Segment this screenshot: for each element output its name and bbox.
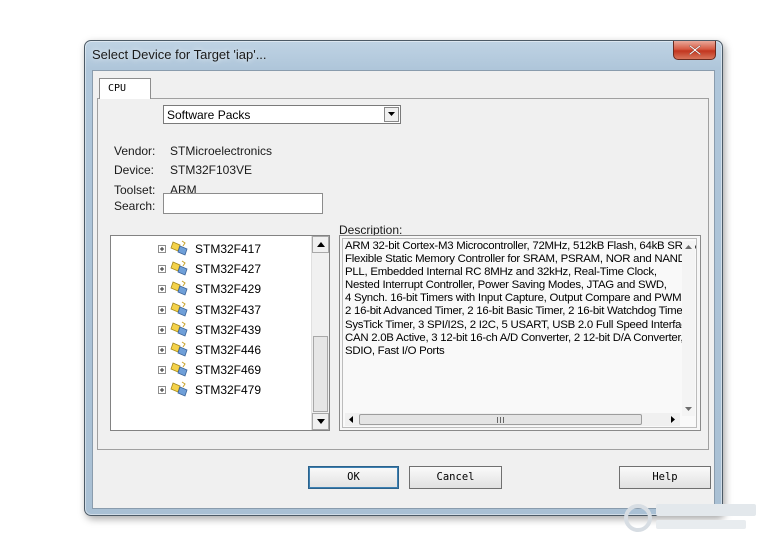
tree-item[interactable]: STM32F469: [111, 360, 311, 380]
device-chip-icon: [170, 260, 188, 276]
tree-item-label: STM32F469: [195, 363, 262, 378]
arrow-down-icon: [685, 407, 692, 411]
title-bar[interactable]: Select Device for Target 'iap'...: [85, 41, 722, 69]
expand-button[interactable]: [158, 366, 166, 375]
chevron-down-icon: [388, 112, 395, 116]
arrow-left-icon: [349, 416, 353, 423]
expand-button[interactable]: [158, 386, 166, 395]
device-chip-icon: [170, 361, 188, 377]
scroll-up-button[interactable]: [312, 236, 329, 253]
tree-vertical-scrollbar[interactable]: [311, 236, 329, 430]
arrow-down-icon: [317, 419, 325, 424]
device-chip-icon: [170, 301, 188, 317]
expand-button[interactable]: [158, 265, 166, 274]
help-button[interactable]: Help: [619, 466, 711, 489]
device-value: STM32F103VE: [170, 163, 253, 177]
select-device-dialog: Select Device for Target 'iap'... CPU So…: [84, 40, 723, 516]
scroll-thumb[interactable]: [313, 336, 328, 412]
device-source-value: Software Packs: [167, 108, 251, 122]
tab-cpu[interactable]: CPU: [99, 78, 151, 99]
description-line: CAN 2.0B Active, 3 12-bit 16-ch A/D Conv…: [345, 331, 684, 344]
arrow-right-icon: [671, 416, 675, 423]
description-line: Flexible Static Memory Controller for SR…: [345, 253, 697, 266]
description-line: ARM 32-bit Cortex-M3 Microcontroller, 72…: [345, 240, 697, 252]
description-box: ARM 32-bit Cortex-M3 Microcontroller, 72…: [339, 235, 701, 431]
ok-button[interactable]: OK: [308, 466, 399, 489]
screen: Select Device for Target 'iap'... CPU So…: [0, 0, 763, 542]
tree-item[interactable]: STM32F427: [111, 259, 311, 279]
cancel-button[interactable]: Cancel: [409, 466, 502, 489]
device-label: Device:: [114, 163, 155, 177]
scroll-right-button[interactable]: [667, 413, 680, 426]
tree-item[interactable]: STM32F417: [111, 239, 311, 259]
device-source-select[interactable]: Software Packs: [163, 105, 401, 124]
plus-icon: [160, 327, 164, 332]
description-line: 4 Synch. 16-bit Timers with Input Captur…: [345, 292, 685, 305]
description-text-area[interactable]: ARM 32-bit Cortex-M3 Microcontroller, 72…: [342, 238, 697, 428]
plus-icon: [160, 368, 164, 373]
arrow-up-icon: [685, 245, 692, 249]
tree-item-label: STM32F446: [195, 343, 262, 357]
tree-item[interactable]: STM32F429: [111, 279, 311, 299]
tree-item[interactable]: STM32F437: [111, 300, 311, 320]
plus-icon: [160, 267, 164, 272]
plus-icon: [160, 307, 164, 312]
description-line: SDIO, Fast I/O Ports: [345, 344, 445, 357]
tree-item-label: STM32F479: [195, 383, 262, 398]
scroll-down-button[interactable]: [312, 413, 329, 430]
description-horizontal-scrollbar[interactable]: [345, 413, 680, 426]
plus-icon: [160, 388, 164, 393]
device-chip-icon: [170, 321, 188, 337]
expand-button[interactable]: [158, 325, 166, 334]
expand-button[interactable]: [158, 245, 166, 253]
device-tree[interactable]: STM32F417 STM32F427 STM32F429 STM32F437 STM3…: [110, 235, 330, 431]
close-button[interactable]: [673, 41, 716, 60]
device-chip-icon: [170, 280, 188, 296]
description-line: 2 16-bit Advanced Timer, 2 16-bit Basic …: [345, 305, 689, 318]
tree-item-label: STM32F437: [195, 302, 262, 317]
plus-icon: [160, 287, 164, 292]
description-vertical-scrollbar[interactable]: [682, 241, 695, 416]
dropdown-button[interactable]: [384, 107, 399, 122]
close-icon: [689, 45, 701, 55]
tab-label: CPU: [108, 83, 127, 94]
arrow-up-icon: [317, 242, 325, 247]
cpu-tab-panel: Software Packs Vendor: STMicroelectronic…: [97, 98, 709, 450]
search-input[interactable]: [163, 193, 323, 214]
expand-button[interactable]: [158, 285, 166, 294]
expand-button[interactable]: [158, 305, 166, 314]
device-chip-icon: [170, 240, 188, 256]
description-line: PLL, Embedded Internal RC 8MHz and 32kHz…: [345, 266, 657, 279]
vendor-value: STMicroelectronics: [170, 144, 273, 158]
dialog-client-area: CPU Software Packs Vendor: STMicroelectr…: [92, 70, 715, 509]
scroll-left-button[interactable]: [345, 413, 358, 426]
device-chip-icon: [170, 381, 188, 397]
expand-button[interactable]: [158, 346, 166, 354]
search-label: Search:: [114, 199, 156, 213]
tree-item-label: STM32F427: [195, 262, 262, 277]
description-line: Nested Interrupt Controller, Power Savin…: [345, 279, 667, 292]
tree-item-label: STM32F417: [195, 242, 262, 256]
tree-item[interactable]: STM32F479: [111, 380, 311, 400]
grip-icon: [497, 417, 504, 423]
toolset-label: Toolset:: [114, 183, 156, 197]
tree-item[interactable]: STM32F446: [111, 340, 311, 360]
site-watermark-logo: [624, 504, 756, 532]
tree-item-label: STM32F429: [195, 282, 262, 297]
vendor-label: Vendor:: [114, 144, 156, 158]
tree-item[interactable]: STM32F439: [111, 320, 311, 340]
description-text: ARM 32-bit Cortex-M3 Microcontroller, 72…: [345, 240, 697, 358]
horizontal-scroll-thumb[interactable]: [359, 414, 642, 425]
plus-icon: [160, 348, 164, 352]
device-chip-icon: [170, 341, 188, 357]
description-line: SysTick Timer, 3 SPI/I2S, 2 I2C, 5 USART…: [345, 318, 696, 331]
tree-item-label: STM32F439: [195, 322, 262, 337]
plus-icon: [160, 247, 164, 251]
window-title: Select Device for Target 'iap'...: [92, 47, 267, 62]
